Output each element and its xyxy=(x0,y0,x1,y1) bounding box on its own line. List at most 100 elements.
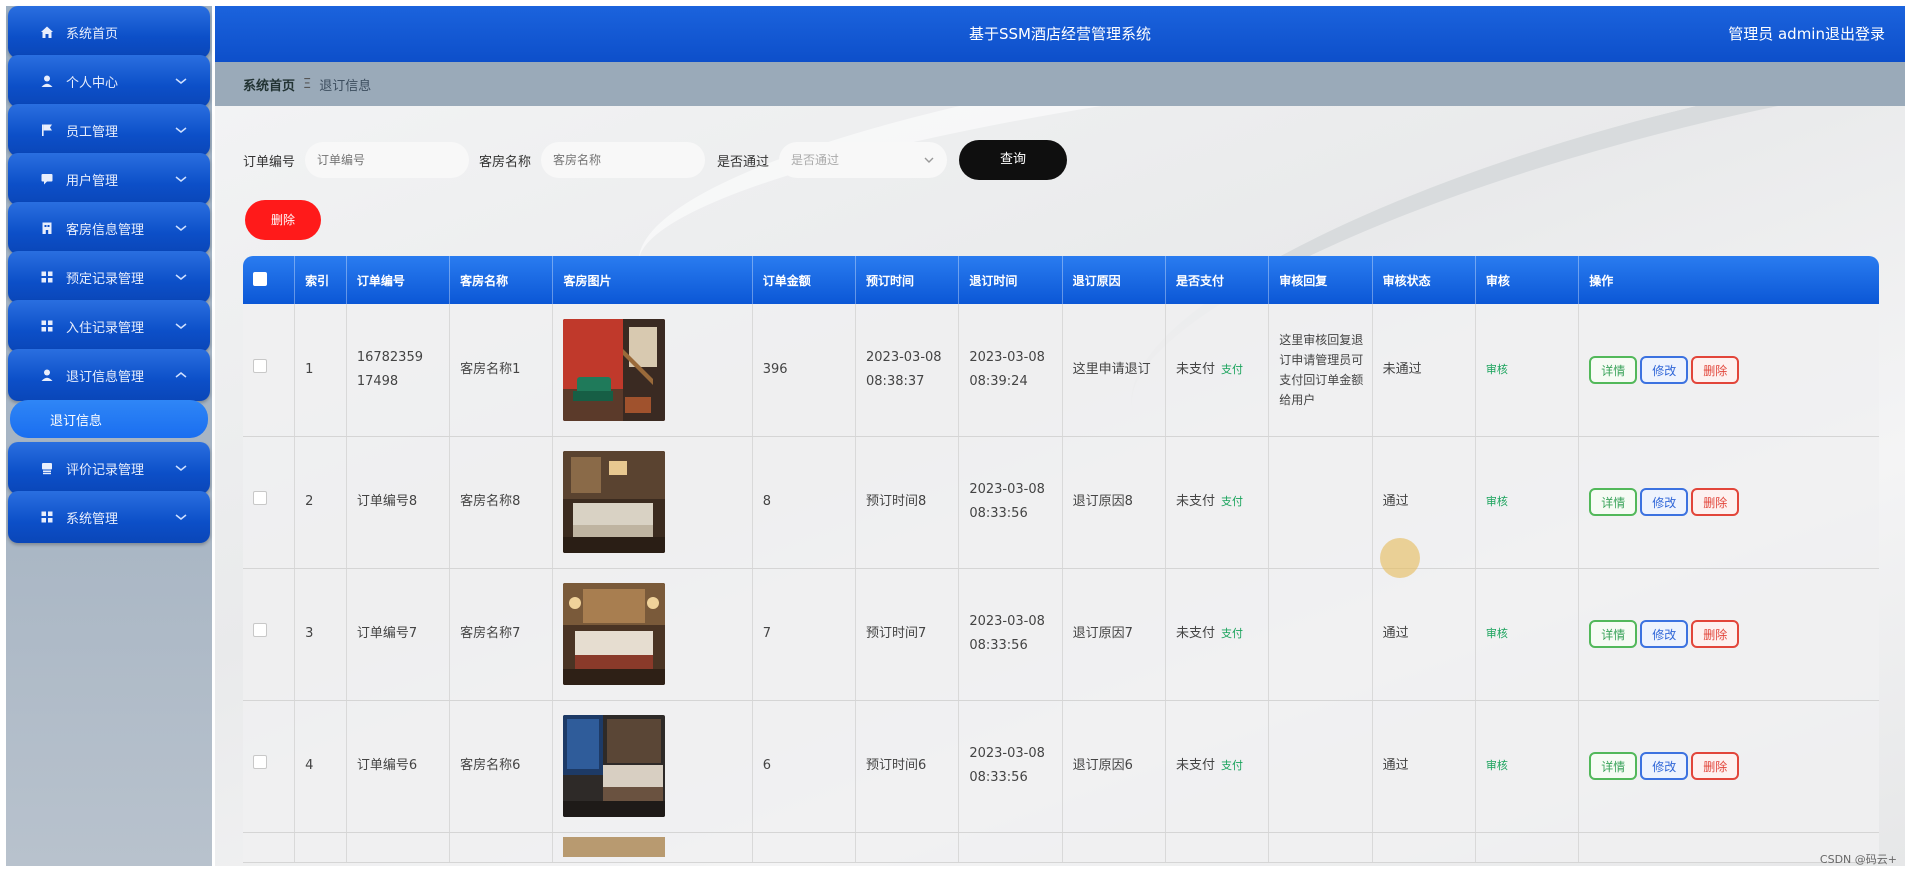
paid-status: 未支付 xyxy=(1175,361,1215,377)
cell-index: 2 xyxy=(294,436,347,569)
audit-link[interactable]: 审核 xyxy=(1486,363,1508,376)
table-row: 4 订单编号6 客房名称6 6 预订时间6 2023-03-08 08:33:5… xyxy=(243,700,1879,833)
pay-link[interactable]: 支付 xyxy=(1221,759,1243,772)
sidebar-item-home[interactable]: 系统首页 xyxy=(8,6,210,58)
cell-reason: 退订原因6 xyxy=(1062,700,1166,833)
chevron-right-icon[interactable] xyxy=(1904,440,1918,490)
delete-button[interactable]: 删除 xyxy=(1691,752,1740,780)
room-photo[interactable] xyxy=(563,451,666,553)
row-checkbox[interactable] xyxy=(253,491,267,505)
audit-link[interactable]: 审核 xyxy=(1486,759,1508,772)
sidebar-item-staff[interactable]: 员工管理 xyxy=(8,104,210,156)
row-checkbox[interactable] xyxy=(253,623,267,637)
grid-icon xyxy=(40,270,54,284)
cell-room-photo xyxy=(552,304,753,437)
sidebar-item-checkins[interactable]: 入住记录管理 xyxy=(8,300,210,352)
row-checkbox[interactable] xyxy=(253,358,267,373)
top-header: 基于SSM酒店经营管理系统 管理员 admin 退出登录 xyxy=(215,6,1905,62)
cell-room-photo xyxy=(552,700,753,833)
edit-button[interactable]: 修改 xyxy=(1640,752,1689,780)
grid-icon xyxy=(40,319,54,333)
chevron-down-icon xyxy=(175,225,187,231)
cell-paid: 未支付 支付 xyxy=(1165,700,1270,833)
chevron-down-icon xyxy=(175,78,187,84)
cell-amount: 8 xyxy=(752,436,857,569)
column-header: 审核状态 xyxy=(1372,256,1476,304)
cell-status: 通过 xyxy=(1372,568,1476,701)
breadcrumb-current: 退订信息 xyxy=(319,78,372,94)
breadcrumb: 系统首页 Ξ 退订信息 xyxy=(215,62,1905,106)
audit-link[interactable]: 审核 xyxy=(1486,495,1508,508)
cell-reason: 退订原因8 xyxy=(1062,436,1166,569)
chevron-up-icon xyxy=(175,372,187,378)
cell-book-time: 2023-03-08 08:38:37 xyxy=(855,304,960,437)
delete-button[interactable]: 删除 xyxy=(1691,488,1740,516)
pay-link[interactable]: 支付 xyxy=(1221,363,1243,376)
current-user: 管理员 admin xyxy=(1728,25,1825,43)
cell-room-photo xyxy=(552,436,753,569)
cell-audit: 审核 xyxy=(1475,436,1580,569)
cell-reason: 退订原因7 xyxy=(1062,568,1166,701)
room-photo[interactable] xyxy=(563,318,666,421)
delete-button[interactable]: 删除 xyxy=(1691,620,1740,648)
cell-paid: 未支付 支付 xyxy=(1165,568,1270,701)
sidebar-item-label: 预定记录管理 xyxy=(66,271,145,287)
cell-order-no: 订单编号6 xyxy=(346,700,451,833)
sidebar-item-label: 个人中心 xyxy=(66,75,119,91)
audit-link[interactable]: 审核 xyxy=(1486,627,1508,640)
detail-button[interactable]: 详情 xyxy=(1589,620,1638,648)
cell-index: 4 xyxy=(294,700,347,833)
sidebar-item-label: 客房信息管理 xyxy=(66,222,145,238)
hotel-room-photo xyxy=(563,451,666,553)
room-name-input[interactable] xyxy=(541,142,706,178)
pay-link[interactable]: 支付 xyxy=(1221,495,1243,508)
cell-audit: 审核 xyxy=(1475,568,1580,701)
paid-status: 未支付 xyxy=(1175,494,1215,509)
cell-book-time: 预订时间6 xyxy=(855,700,960,833)
sidebar: 系统首页 个人中心 员工管理 用户管理 客房信息管理 预定记录管理 入住记录管理… xyxy=(6,6,212,866)
cell-reply xyxy=(1268,568,1373,701)
logout-link[interactable]: 退出登录 xyxy=(1825,6,1885,62)
delete-button[interactable]: 删除 xyxy=(1691,355,1740,384)
detail-button[interactable]: 详情 xyxy=(1589,355,1638,384)
sidebar-item-rooms[interactable]: 客房信息管理 xyxy=(8,202,210,254)
approved-select[interactable]: 是否通过 xyxy=(779,142,948,178)
sidebar-item-label: 员工管理 xyxy=(66,124,119,140)
detail-button[interactable]: 详情 xyxy=(1589,488,1638,516)
edit-button[interactable]: 修改 xyxy=(1640,355,1689,384)
sidebar-item-system[interactable]: 系统管理 xyxy=(8,491,210,543)
pay-link[interactable]: 支付 xyxy=(1221,627,1243,640)
cell-reply: 这里审核回复退订申请管理员可支付回订单金额给用户 xyxy=(1268,304,1373,437)
cell-reason: 这里申请退订 xyxy=(1062,304,1166,437)
edit-button[interactable]: 修改 xyxy=(1640,620,1689,648)
sidebar-item-cancellations[interactable]: 退订信息管理 xyxy=(8,349,210,401)
red-room-photo xyxy=(563,318,666,421)
sidebar-item-label: 系统管理 xyxy=(66,511,119,527)
room-photo[interactable] xyxy=(563,715,666,817)
sidebar-item-label: 入住记录管理 xyxy=(66,320,145,336)
batch-delete-button[interactable]: 删除 xyxy=(245,200,321,240)
edit-button[interactable]: 修改 xyxy=(1640,488,1689,516)
select-all-header[interactable] xyxy=(243,256,296,304)
cell-reply xyxy=(1268,436,1373,569)
query-button[interactable]: 查询 xyxy=(959,140,1068,180)
breadcrumb-separator-icon: Ξ xyxy=(303,76,312,92)
table-header-row: 索引 订单编号 客房名称 客房图片 订单金额 预订时间 退订时间 退订原因 是否… xyxy=(243,256,1879,304)
sidebar-item-users[interactable]: 用户管理 xyxy=(8,153,210,205)
cell-index: 3 xyxy=(294,568,347,701)
room-photo[interactable] xyxy=(563,583,666,685)
cell-reply xyxy=(1268,700,1373,833)
sidebar-item-reviews[interactable]: 评价记录管理 xyxy=(8,442,210,494)
sidebar-item-label: 退订信息管理 xyxy=(66,369,145,385)
order-no-input[interactable] xyxy=(305,142,470,178)
sidebar-item-personal[interactable]: 个人中心 xyxy=(8,55,210,107)
paid-status: 未支付 xyxy=(1175,758,1215,773)
sidebar-item-bookings[interactable]: 预定记录管理 xyxy=(8,251,210,303)
detail-button[interactable]: 详情 xyxy=(1589,752,1638,780)
column-header: 审核回复 xyxy=(1268,256,1373,304)
cell-order-no: 订单编号8 xyxy=(346,436,451,569)
sidebar-subitem-cancellation-info[interactable]: 退订信息 xyxy=(10,400,208,438)
select-all-checkbox[interactable] xyxy=(253,271,267,286)
breadcrumb-home[interactable]: 系统首页 xyxy=(243,75,295,94)
row-checkbox[interactable] xyxy=(253,755,267,769)
